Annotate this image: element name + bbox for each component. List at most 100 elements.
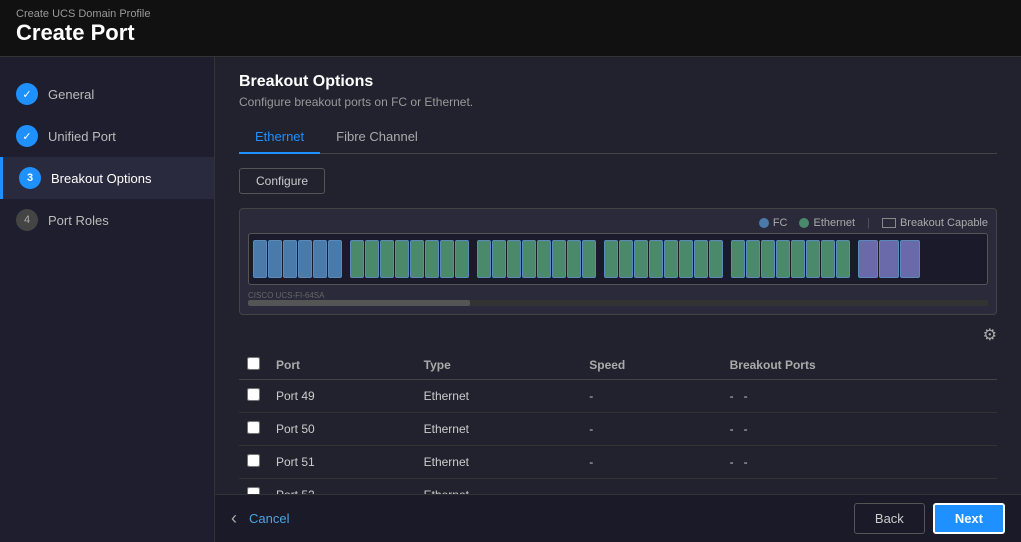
port-block [746,240,760,278]
port-block [619,240,633,278]
cell-type: Ethernet [416,446,582,479]
sidebar-item-general[interactable]: ✓ General [0,73,214,115]
port-block [253,240,267,278]
cell-type: Ethernet [416,479,582,495]
diagram-label: CISCO UCS-FI-64SA [248,291,988,300]
row-checkbox-cell [239,413,268,446]
port-block [380,240,394,278]
footer-right: Back Next [854,503,1005,534]
diagram-panel [248,233,988,285]
port-block [649,240,663,278]
port-block [313,240,327,278]
cancel-button[interactable]: Cancel [249,511,289,526]
port-block-special [858,240,878,278]
port-block [522,240,536,278]
port-block [492,240,506,278]
diagram-scrollbar[interactable] [248,300,988,306]
back-button[interactable]: Back [854,503,925,534]
legend-breakout-box [882,218,896,228]
sidebar-item-unified-port[interactable]: ✓ Unified Port [0,115,214,157]
section-title: Breakout Options [239,73,997,91]
port-block-special [900,240,920,278]
tab-ethernet[interactable]: Ethernet [239,123,320,154]
sidebar-label-unified-port: Unified Port [48,129,116,144]
legend-ethernet-label: Ethernet [813,217,855,229]
back-arrow-icon[interactable]: ‹ [231,508,237,529]
port-block [731,240,745,278]
col-speed: Speed [581,351,721,380]
cell-speed: - [581,446,721,479]
table-row: Port 50 Ethernet - - - [239,413,997,446]
port-block [298,240,312,278]
sidebar-label-breakout: Breakout Options [51,171,151,186]
content-main: Breakout Options Configure breakout port… [215,57,1021,494]
legend-breakout: Breakout Capable [882,217,988,229]
cell-port: Port 51 [268,446,416,479]
col-port: Port [268,351,416,380]
cell-breakout-ports: - - [722,413,997,446]
legend-ethernet-dot [799,218,809,228]
port-block [537,240,551,278]
port-group-mid [477,240,596,278]
diagram-legend: FC Ethernet | Breakout Capable [248,217,988,229]
port-block [679,240,693,278]
cell-speed: - [581,380,721,413]
sidebar-label-general: General [48,87,94,102]
port-block [709,240,723,278]
port-block-special [879,240,899,278]
step-icon-breakout: 3 [19,167,41,189]
sidebar-item-port-roles[interactable]: 4 Port Roles [0,199,214,241]
next-button[interactable]: Next [933,503,1005,534]
configure-button[interactable]: Configure [239,168,325,194]
port-block [283,240,297,278]
cell-speed: - [581,413,721,446]
legend-fc: FC [759,217,788,229]
cell-speed: - [581,479,721,495]
select-all-checkbox[interactable] [247,357,260,370]
port-block [567,240,581,278]
port-group-far-right [731,240,850,278]
port-block [552,240,566,278]
table-toolbar: ⚙ [239,325,997,345]
port-block [582,240,596,278]
row-checkbox-cell [239,380,268,413]
col-checkbox [239,351,268,380]
port-block [328,240,342,278]
row-checkbox-cell [239,479,268,495]
port-block [776,240,790,278]
port-block [664,240,678,278]
top-bar: Create UCS Domain Profile Create Port [0,0,1021,57]
port-block [604,240,618,278]
port-block [836,240,850,278]
footer-left: ‹ Cancel [231,508,289,529]
sidebar: ✓ General ✓ Unified Port 3 Breakout Opti… [0,57,215,542]
cell-type: Ethernet [416,413,582,446]
settings-icon[interactable]: ⚙ [983,325,997,345]
port-block [395,240,409,278]
cell-port: Port 50 [268,413,416,446]
col-type: Type [416,351,582,380]
port-group-right [604,240,723,278]
row-checkbox-2[interactable] [247,454,260,467]
diagram-area: FC Ethernet | Breakout Capable [239,208,997,315]
section-desc: Configure breakout ports on FC or Ethern… [239,95,997,109]
port-block [821,240,835,278]
port-block [634,240,648,278]
sidebar-item-breakout-options[interactable]: 3 Breakout Options [0,157,214,199]
legend-ethernet: Ethernet [799,217,855,229]
special-port-group [858,240,920,278]
port-block [350,240,364,278]
port-block [455,240,469,278]
scrollbar-thumb [248,300,470,306]
fc-port-group [253,240,342,278]
subtitle: Create UCS Domain Profile [16,8,1005,20]
row-checkbox-0[interactable] [247,388,260,401]
row-checkbox-3[interactable] [247,487,260,494]
content-area: Breakout Options Configure breakout port… [215,57,1021,542]
row-checkbox-1[interactable] [247,421,260,434]
step-icon-unified-port: ✓ [16,125,38,147]
tab-fibre-channel[interactable]: Fibre Channel [320,123,434,154]
row-checkbox-cell [239,446,268,479]
port-block [694,240,708,278]
cell-port: Port 52 [268,479,416,495]
